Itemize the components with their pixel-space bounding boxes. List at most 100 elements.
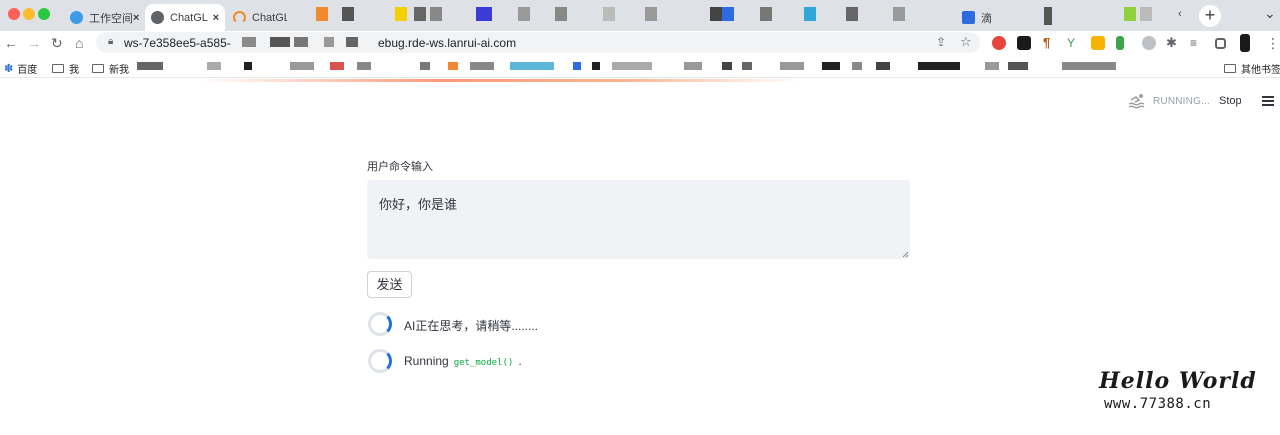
redacted-bookmark[interactable] [1062, 62, 1116, 70]
bookmark-star-icon[interactable]: ☆ [960, 34, 972, 50]
bookmark-other-folder[interactable]: 其他书签 [1224, 61, 1280, 76]
tab-scroll-left-icon[interactable]: ‹ [1178, 8, 1182, 20]
resize-grip-icon[interactable] [902, 251, 909, 258]
tab-chatglm[interactable]: ChatGL [227, 4, 287, 31]
window-close-button[interactable] [8, 8, 20, 20]
forward-arrow-icon[interactable]: → [27, 34, 41, 52]
redacted-bookmark[interactable] [244, 62, 252, 70]
redacted-bookmark[interactable] [448, 62, 458, 70]
tab-title: 工作空间 [89, 12, 133, 25]
redacted-bookmark[interactable] [357, 62, 371, 70]
blurred-tab-icon[interactable] [430, 7, 442, 21]
redacted-bookmark[interactable] [1008, 62, 1028, 70]
redacted-bookmark[interactable] [876, 62, 890, 70]
browser-toolbar: ← → ↻ ⌂ 🔒︎ ws-7e358ee5-a585- ebug.rde-ws… [0, 31, 1280, 56]
redacted-bookmark[interactable] [852, 62, 862, 70]
redacted-bookmark[interactable] [420, 62, 430, 70]
tab-close-icon[interactable]: × [213, 12, 219, 24]
blurred-tab-icon[interactable] [760, 7, 772, 21]
blurred-tab-icon[interactable] [555, 7, 567, 21]
extension-icon[interactable]: Y [1067, 36, 1081, 50]
thinking-status: AI正在思考，请稍等........ [404, 319, 539, 333]
blurred-tab-icon[interactable] [316, 7, 328, 21]
blurred-tab-icon[interactable] [1044, 7, 1052, 25]
url-redaction [294, 37, 308, 47]
extension-icon[interactable] [1017, 36, 1031, 50]
redacted-bookmark[interactable] [722, 62, 732, 70]
command-input[interactable]: 你好，你是谁 [367, 180, 910, 259]
loading-favicon-icon [233, 11, 246, 24]
url-redaction [270, 37, 290, 47]
blurred-tab-icon[interactable] [804, 7, 816, 21]
running-label: Running [404, 354, 449, 368]
tab-chatglm-active[interactable]: ChatGL × [145, 4, 225, 31]
blurred-tab-icon[interactable] [710, 7, 722, 21]
bookmark-baidu[interactable]: ✽ 百度 [4, 61, 37, 76]
bookmark-folder-xinwo[interactable]: 新我 [92, 61, 129, 76]
kebab-menu-icon[interactable]: ⋮ [1266, 36, 1280, 50]
redacted-bookmark[interactable] [918, 62, 960, 70]
blurred-tab-icon[interactable] [414, 7, 426, 21]
tab-close-icon[interactable]: × [133, 12, 139, 24]
side-panel-icon[interactable] [1215, 38, 1226, 49]
stop-button[interactable]: Stop [1219, 95, 1242, 107]
redacted-bookmark[interactable] [510, 62, 554, 70]
redacted-bookmark[interactable] [822, 62, 840, 70]
redacted-bookmark[interactable] [742, 62, 752, 70]
extension-icon[interactable] [1142, 36, 1156, 50]
tab-search-chevron-icon[interactable]: ⌄ [1264, 5, 1276, 22]
window-minimize-button[interactable] [23, 8, 35, 20]
redacted-bookmark[interactable] [612, 62, 652, 70]
redacted-bookmark[interactable] [470, 62, 494, 70]
running-function-status: Running get_model() . [404, 354, 522, 368]
redacted-bookmark[interactable] [684, 62, 702, 70]
blurred-tab-icon[interactable] [395, 7, 407, 21]
media-queue-icon[interactable]: ≡ [1190, 36, 1204, 50]
command-input-label: 用户命令输入 [367, 161, 433, 173]
folder-icon [92, 64, 104, 73]
hamburger-menu-icon[interactable] [1262, 96, 1274, 106]
extension-icon[interactable] [1091, 36, 1105, 50]
blurred-tab-icon[interactable] [1140, 7, 1152, 21]
pilcrow-extension-icon[interactable]: ¶ [1043, 36, 1057, 50]
redacted-bookmark[interactable] [592, 62, 600, 70]
bookmark-label: 百度 [17, 65, 38, 76]
extension-icon[interactable] [1116, 36, 1124, 50]
back-arrow-icon[interactable]: ← [4, 34, 18, 52]
redacted-bookmark[interactable] [780, 62, 804, 70]
blurred-tab-icon[interactable] [645, 7, 657, 21]
bookmarks-bar: ✽ 百度 我 新我 其他书签 [0, 56, 1280, 78]
new-tab-button[interactable]: + [1199, 5, 1221, 27]
reload-icon[interactable]: ↻ [51, 34, 63, 52]
puzzle-extensions-icon[interactable]: ✱ [1166, 36, 1180, 50]
home-icon[interactable]: ⌂ [75, 34, 83, 52]
redacted-bookmark[interactable] [985, 62, 999, 70]
adblock-extension-icon[interactable] [992, 36, 1006, 50]
redacted-bookmark[interactable] [290, 62, 314, 70]
send-button[interactable]: 发送 [367, 271, 412, 298]
bookmark-label: 其他书签 [1241, 65, 1280, 76]
blurred-tab-icon[interactable] [722, 7, 734, 21]
baidu-paw-icon: ✽ [4, 63, 14, 75]
tab-workspace[interactable]: 工作空间 × [64, 4, 144, 31]
share-icon[interactable]: ⇪ [936, 35, 946, 49]
site-favicon-icon [962, 11, 975, 24]
loading-spinner-icon [368, 349, 392, 373]
address-bar[interactable]: 🔒︎ ws-7e358ee5-a585- ebug.rde-ws.lanrui-… [96, 32, 980, 53]
redacted-bookmark[interactable] [573, 62, 581, 70]
blurred-tab-icon[interactable] [476, 7, 492, 21]
blurred-tab-icon[interactable] [893, 7, 905, 21]
redacted-bookmark[interactable] [137, 62, 163, 70]
blurred-tab-icon[interactable] [603, 7, 615, 21]
blurred-tab-icon[interactable] [518, 7, 530, 21]
bookmark-folder-wo[interactable]: 我 [52, 61, 79, 76]
folder-icon [52, 64, 64, 73]
profile-avatar-icon[interactable] [1240, 34, 1250, 52]
redacted-bookmark[interactable] [330, 62, 344, 70]
blurred-tab-icon[interactable] [846, 7, 858, 21]
blurred-tab-icon[interactable] [1124, 7, 1136, 21]
tab-other[interactable]: 滴 [956, 4, 1036, 31]
window-zoom-button[interactable] [38, 8, 50, 20]
blurred-tab-icon[interactable] [342, 7, 354, 21]
redacted-bookmark[interactable] [207, 62, 221, 70]
